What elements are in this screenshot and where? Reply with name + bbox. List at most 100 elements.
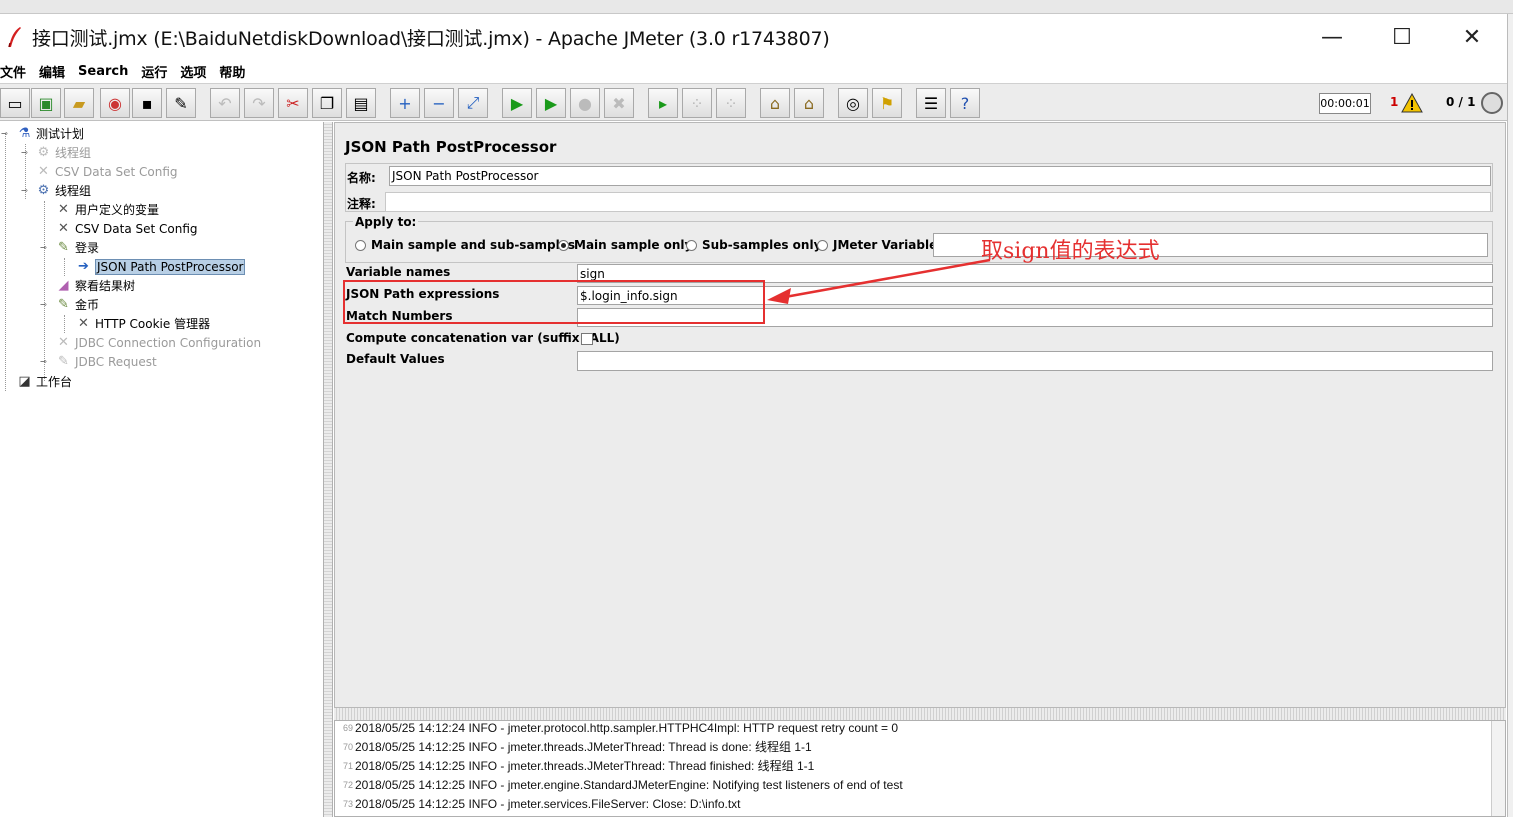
tools-icon: ✕ — [58, 202, 69, 217]
log-line: 72 2018/05/25 14:12:25 INFO - jmeter.eng… — [342, 777, 903, 792]
paste-icon[interactable]: ▤ — [346, 88, 376, 118]
arrow-icon: ➔ — [78, 259, 89, 274]
copy-icon[interactable]: ❐ — [312, 88, 342, 118]
annotation-arrow-icon — [767, 258, 991, 304]
reset-search-icon[interactable]: ⚑ — [872, 88, 902, 118]
test-plan-tree: ⊸ ⊸ ⊸ ⊸ ⊸ ⊸ ⚗ 测试计划 ⚙ 线程组 ✕ CSV Data Set … — [0, 122, 323, 817]
open-icon[interactable]: ▰ — [64, 88, 94, 118]
gear-icon: ⚙ — [37, 183, 50, 198]
window-edge — [1507, 14, 1513, 817]
radio-dot-icon — [686, 239, 697, 251]
tree-node-view-results-tree[interactable]: ◢ 察看结果树 — [55, 276, 136, 295]
vertical-splitter[interactable] — [323, 122, 333, 817]
tree-node-thread-group[interactable]: ⚙ 线程组 — [35, 181, 91, 200]
menu-file[interactable]: 文件 — [0, 62, 33, 81]
error-count: 1 — [1390, 95, 1399, 109]
chart-icon: ◢ — [58, 278, 69, 293]
toggle-icon[interactable]: ⤢ — [458, 88, 488, 118]
tools-icon: ✕ — [38, 164, 49, 179]
toolbar: ▭ ▣ ▰ ◉ ▪ ✎ ↶ ↷ ✂ ❐ ▤ + − ⤢ ▶ ▶ ● ✖ ▸ ⁘ … — [0, 83, 1507, 121]
jmeter-feather-icon — [8, 27, 21, 48]
redo-icon[interactable]: ↷ — [244, 88, 274, 118]
tree-toggle-icon[interactable]: ⊸ — [40, 244, 47, 252]
workbench-icon: ◪ — [18, 374, 31, 389]
compute-concat-label: Compute concatenation var (suffix _ALL) — [346, 331, 620, 345]
panel-title: JSON Path PostProcessor — [345, 138, 557, 156]
apply-to-label: Apply to: — [353, 215, 419, 229]
tree-node-test-plan[interactable]: ⚗ 测试计划 — [16, 124, 84, 143]
start-no-pause-icon[interactable]: ▶ — [536, 88, 566, 118]
menu-help[interactable]: 帮助 — [219, 62, 252, 81]
tree-toggle-icon[interactable]: ⊸ — [40, 358, 47, 366]
function-helper-icon[interactable]: ☰ — [916, 88, 946, 118]
default-values-field[interactable] — [577, 351, 1493, 371]
comment-label: 注释: — [347, 197, 376, 211]
remote-start-icon[interactable]: ▸ — [648, 88, 678, 118]
expand-icon[interactable]: + — [390, 88, 420, 118]
stop-icon[interactable]: ● — [570, 88, 600, 118]
menu-options[interactable]: 选项 — [180, 62, 213, 81]
remote-stop-icon[interactable]: ⁘ — [682, 88, 712, 118]
compute-concat-checkbox[interactable] — [581, 333, 593, 345]
log-line: 73 2018/05/25 14:12:25 INFO - jmeter.ser… — [342, 796, 741, 811]
cut-icon[interactable]: ✂ — [278, 88, 308, 118]
tree-toggle-icon[interactable]: ⊸ — [21, 187, 28, 195]
help-icon[interactable]: ? — [950, 88, 980, 118]
menu-run[interactable]: 运行 — [141, 62, 174, 81]
tree-node-thread-group-disabled[interactable]: ⚙ 线程组 — [35, 143, 91, 162]
log-scrollbar[interactable] — [1491, 721, 1505, 816]
save-as-icon[interactable]: ✎ — [166, 88, 196, 118]
clear-icon[interactable]: ⌂ — [760, 88, 790, 118]
shutdown-icon[interactable]: ✖ — [604, 88, 634, 118]
remote-shutdown-icon[interactable]: ⁘ — [716, 88, 746, 118]
flask-icon: ⚗ — [18, 126, 31, 141]
menu-edit[interactable]: 编辑 — [39, 62, 72, 81]
pen-icon: ✎ — [58, 297, 69, 312]
taskbar-strip — [0, 0, 1513, 14]
pen-icon: ✎ — [58, 240, 69, 255]
name-field[interactable]: JSON Path PostProcessor — [389, 166, 1491, 186]
name-label: 名称: — [347, 171, 376, 185]
json-path-postprocessor-panel: JSON Path PostProcessor 名称: JSON Path Po… — [334, 122, 1506, 708]
tools-icon: ✕ — [78, 316, 89, 331]
annotation-highlight-box — [343, 280, 765, 324]
search-icon[interactable]: ◎ — [838, 88, 868, 118]
tree-node-jdbc-config[interactable]: ✕ JDBC Connection Configuration — [55, 333, 261, 352]
active-threads: 0 / 1 — [1446, 95, 1476, 109]
warning-icon[interactable] — [1401, 93, 1423, 113]
tree-node-coins[interactable]: ✎ 金币 — [55, 295, 99, 314]
clear-all-icon[interactable]: ⌂ — [794, 88, 824, 118]
tree-node-csv[interactable]: ✕ CSV Data Set Config — [55, 219, 197, 238]
log-splitter[interactable] — [334, 708, 1506, 720]
window-title: 接口测试.jmx (E:\BaiduNetdiskDownload\接口测试.j… — [32, 27, 830, 50]
tree-node-user-variables[interactable]: ✕ 用户定义的变量 — [55, 200, 159, 219]
radio-main-only[interactable]: Main sample only — [558, 238, 692, 252]
minimize-button[interactable]: — — [1297, 14, 1367, 60]
log-line: 71 2018/05/25 14:12:25 INFO - jmeter.thr… — [342, 759, 815, 773]
tree-toggle-icon[interactable]: ⊸ — [40, 301, 47, 309]
start-icon[interactable]: ▶ — [502, 88, 532, 118]
radio-main-and-sub[interactable]: Main sample and sub-samples — [355, 238, 575, 252]
menu-search[interactable]: Search — [78, 64, 135, 79]
comment-field[interactable] — [385, 192, 1491, 212]
tree-node-cookie-manager[interactable]: ✕ HTTP Cookie 管理器 — [75, 314, 210, 333]
tools-icon: ✕ — [58, 221, 69, 236]
new-icon[interactable]: ▭ — [0, 88, 30, 118]
tree-node-workbench[interactable]: ◪ 工作台 — [16, 372, 72, 391]
tree-node-jdbc-request[interactable]: ✎ JDBC Request — [55, 352, 157, 371]
templates-icon[interactable]: ▣ — [31, 88, 61, 118]
title-bar: 接口测试.jmx (E:\BaiduNetdiskDownload\接口测试.j… — [0, 14, 1507, 60]
close-file-icon[interactable]: ◉ — [100, 88, 130, 118]
maximize-button[interactable]: ☐ — [1367, 14, 1437, 60]
tree-node-json-path-postprocessor[interactable]: ➔ JSON Path PostProcessor — [75, 257, 246, 276]
collapse-icon[interactable]: − — [424, 88, 454, 118]
tree-node-login[interactable]: ✎ 登录 — [55, 238, 99, 257]
undo-icon[interactable]: ↶ — [210, 88, 240, 118]
tree-toggle-icon[interactable]: ⊸ — [21, 149, 28, 157]
close-button[interactable]: ✕ — [1437, 14, 1507, 60]
tree-toggle-icon[interactable]: ⊸ — [1, 130, 8, 138]
pen-icon: ✎ — [58, 354, 69, 369]
gear-icon: ⚙ — [37, 145, 50, 160]
tree-node-csv-disabled[interactable]: ✕ CSV Data Set Config — [35, 162, 177, 181]
save-icon[interactable]: ▪ — [132, 88, 162, 118]
